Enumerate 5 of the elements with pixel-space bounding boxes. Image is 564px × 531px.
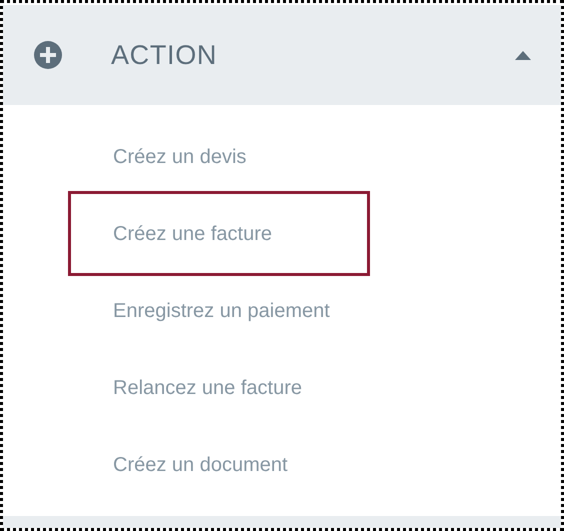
plus-circle-icon [33, 40, 63, 70]
menu-link[interactable]: Créez une facture [68, 191, 370, 276]
section-header[interactable]: ACTION [3, 5, 561, 105]
caret-up-icon[interactable] [515, 50, 531, 60]
section-title: ACTION [111, 38, 218, 72]
